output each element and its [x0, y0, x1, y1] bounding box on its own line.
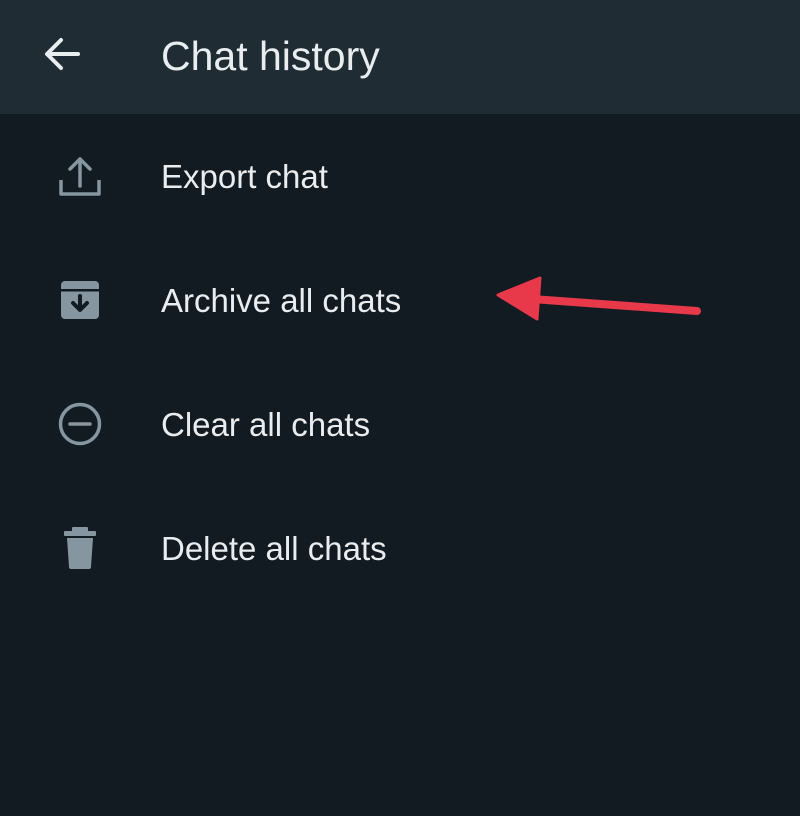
menu-item-label: Delete all chats	[161, 530, 387, 567]
menu-item-label: Archive all chats	[161, 282, 402, 319]
back-button[interactable]	[28, 22, 96, 86]
export-icon	[50, 147, 110, 207]
menu-item-delete-all-chats[interactable]: Delete all chats	[0, 486, 800, 610]
menu-item-export-chat[interactable]: Export chat	[0, 114, 800, 238]
app-bar: Chat history	[0, 0, 800, 114]
menu-item-clear-all-chats[interactable]: Clear all chats	[0, 362, 800, 486]
arrow-back-icon	[45, 38, 80, 70]
archive-icon	[50, 270, 110, 330]
annotation-arrow	[496, 276, 701, 321]
page-title: Chat history	[161, 33, 380, 79]
menu-item-label: Clear all chats	[161, 406, 371, 443]
trash-icon	[50, 518, 110, 578]
settings-menu: Export chat Archive all chats Clear all …	[0, 114, 800, 610]
minus-circle-icon	[50, 394, 110, 454]
menu-item-label: Export chat	[161, 158, 328, 195]
